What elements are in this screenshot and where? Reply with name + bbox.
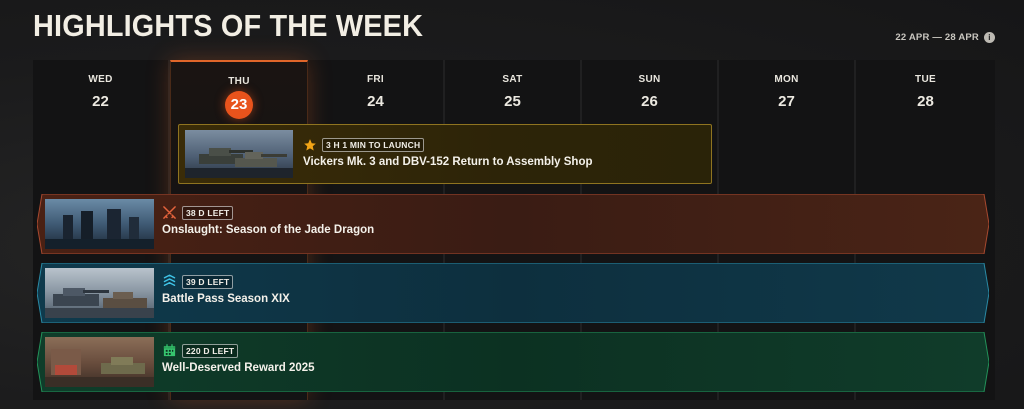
star-icon bbox=[304, 139, 316, 151]
page-title: HIGHLIGHTS OF THE WEEK bbox=[33, 8, 424, 43]
crossed-swords-icon bbox=[163, 206, 176, 219]
event-title: Onslaught: Season of the Jade Dragon bbox=[162, 224, 375, 236]
day-name: FRI bbox=[366, 74, 384, 85]
day-name: THU bbox=[228, 76, 250, 87]
event-banner-onslaught[interactable]: 38 D LEFT Onslaught: Season of the Jade … bbox=[37, 194, 989, 254]
event-title: Battle Pass Season XIX bbox=[162, 293, 290, 305]
battle-pass-icon bbox=[163, 274, 176, 286]
day-name: SAT bbox=[502, 74, 523, 85]
countdown-badge: 39 D LEFT bbox=[182, 274, 234, 289]
day-number: 24 bbox=[367, 93, 384, 110]
day-name: SUN bbox=[638, 74, 661, 85]
day-number-today: 23 bbox=[171, 91, 307, 119]
event-thumbnail-reward bbox=[45, 337, 154, 387]
event-thumbnail-tanks bbox=[185, 130, 293, 178]
calendar-icon bbox=[163, 344, 176, 357]
event-banner-reward[interactable]: 220 D LEFT Well-Deserved Reward 2025 bbox=[37, 332, 989, 392]
event-title: Well-Deserved Reward 2025 bbox=[162, 362, 315, 374]
date-range-text: 22 APR — 28 APR bbox=[895, 32, 979, 43]
day-name: TUE bbox=[915, 74, 936, 85]
day-number: 25 bbox=[504, 93, 521, 110]
day-name: WED bbox=[88, 74, 113, 85]
day-name: MON bbox=[774, 74, 799, 85]
countdown-badge: 3 H 1 MIN TO LAUNCH bbox=[322, 138, 425, 152]
event-banner-battle-pass[interactable]: 39 D LEFT Battle Pass Season XIX bbox=[37, 263, 989, 323]
countdown-badge: 220 D LEFT bbox=[182, 343, 239, 358]
info-icon[interactable]: i bbox=[984, 32, 995, 43]
day-number: 27 bbox=[778, 93, 795, 110]
event-card-launch[interactable]: 3 H 1 MIN TO LAUNCH Vickers Mk. 3 and DB… bbox=[178, 124, 712, 184]
event-thumbnail-onslaught bbox=[45, 199, 154, 249]
date-range: 22 APR — 28 APR i bbox=[895, 32, 995, 43]
day-number: 26 bbox=[641, 93, 658, 110]
day-number: 22 bbox=[92, 93, 109, 110]
event-title: Vickers Mk. 3 and DBV-152 Return to Asse… bbox=[303, 156, 593, 168]
countdown-badge: 38 D LEFT bbox=[182, 205, 234, 220]
event-thumbnail-battle-pass bbox=[45, 268, 154, 318]
day-number: 28 bbox=[917, 93, 934, 110]
